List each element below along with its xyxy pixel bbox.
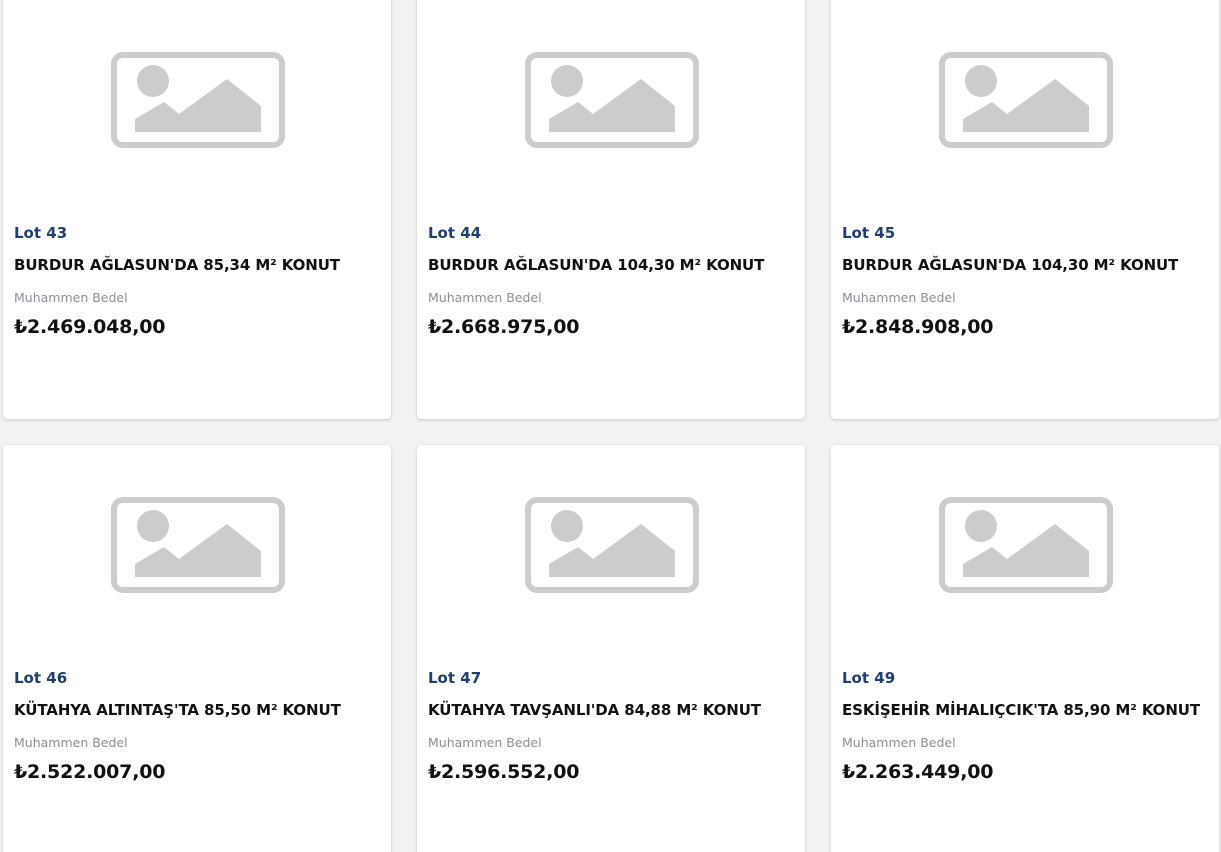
price-label: Muhammen Bedel	[428, 290, 542, 305]
image-placeholder-icon	[111, 52, 285, 148]
price-value: ₺2.848.908,00	[842, 316, 994, 338]
listing-title[interactable]: BURDUR AĞLASUN'DA 104,30 M² KONUT	[842, 256, 1178, 274]
lot-number[interactable]: Lot 46	[14, 669, 67, 687]
price-label: Muhammen Bedel	[842, 290, 956, 305]
price-label: Muhammen Bedel	[14, 290, 128, 305]
lot-number[interactable]: Lot 47	[428, 669, 481, 687]
listing-title[interactable]: BURDUR AĞLASUN'DA 85,34 M² KONUT	[14, 256, 340, 274]
listing-grid: Lot 43 BURDUR AĞLASUN'DA 85,34 M² KONUT …	[0, 0, 1221, 852]
lot-number[interactable]: Lot 45	[842, 224, 895, 242]
image-placeholder-icon	[525, 497, 699, 593]
price-label: Muhammen Bedel	[428, 735, 542, 750]
image-placeholder-icon	[111, 497, 285, 593]
listing-title[interactable]: KÜTAHYA TAVŞANLI'DA 84,88 M² KONUT	[428, 701, 761, 719]
lot-number[interactable]: Lot 43	[14, 224, 67, 242]
listing-card[interactable]: Lot 45 BURDUR AĞLASUN'DA 104,30 M² KONUT…	[831, 0, 1219, 419]
price-value: ₺2.596.552,00	[428, 761, 580, 783]
price-value: ₺2.469.048,00	[14, 316, 166, 338]
listing-title[interactable]: ESKİŞEHİR MİHALIÇCIK'TA 85,90 M² KONUT	[842, 701, 1200, 719]
listing-title[interactable]: BURDUR AĞLASUN'DA 104,30 M² KONUT	[428, 256, 764, 274]
price-value: ₺2.522.007,00	[14, 761, 166, 783]
listing-card[interactable]: Lot 49 ESKİŞEHİR MİHALIÇCIK'TA 85,90 M² …	[831, 445, 1219, 852]
image-placeholder-icon	[525, 52, 699, 148]
price-label: Muhammen Bedel	[842, 735, 956, 750]
listing-title[interactable]: KÜTAHYA ALTINTAŞ'TA 85,50 M² KONUT	[14, 701, 341, 719]
listing-card[interactable]: Lot 47 KÜTAHYA TAVŞANLI'DA 84,88 M² KONU…	[417, 445, 805, 852]
listing-card[interactable]: Lot 46 KÜTAHYA ALTINTAŞ'TA 85,50 M² KONU…	[3, 445, 391, 852]
price-value: ₺2.263.449,00	[842, 761, 994, 783]
image-placeholder-icon	[939, 497, 1113, 593]
lot-number[interactable]: Lot 44	[428, 224, 481, 242]
image-placeholder-icon	[939, 52, 1113, 148]
price-value: ₺2.668.975,00	[428, 316, 580, 338]
price-label: Muhammen Bedel	[14, 735, 128, 750]
listing-card[interactable]: Lot 44 BURDUR AĞLASUN'DA 104,30 M² KONUT…	[417, 0, 805, 419]
listing-card[interactable]: Lot 43 BURDUR AĞLASUN'DA 85,34 M² KONUT …	[3, 0, 391, 419]
lot-number[interactable]: Lot 49	[842, 669, 895, 687]
